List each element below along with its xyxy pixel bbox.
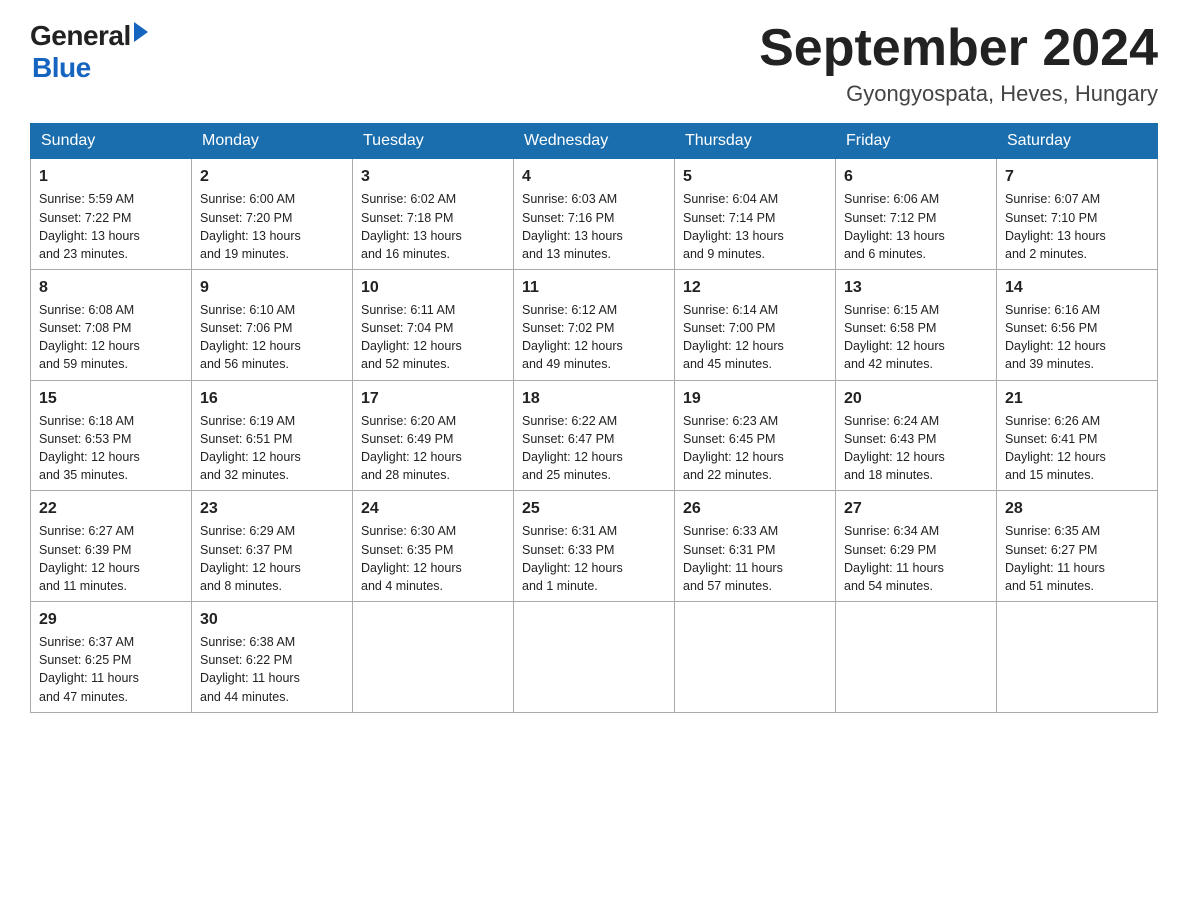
day-number: 18 — [522, 387, 666, 410]
calendar-cell: 16Sunrise: 6:19 AMSunset: 6:51 PMDayligh… — [192, 380, 353, 491]
calendar-cell: 9Sunrise: 6:10 AMSunset: 7:06 PMDaylight… — [192, 269, 353, 380]
calendar-cell: 24Sunrise: 6:30 AMSunset: 6:35 PMDayligh… — [353, 491, 514, 602]
month-title: September 2024 — [759, 20, 1158, 77]
day-number: 8 — [39, 276, 183, 299]
calendar-cell: 7Sunrise: 6:07 AMSunset: 7:10 PMDaylight… — [997, 159, 1158, 270]
calendar-cell — [353, 601, 514, 712]
logo-general-text: General — [30, 20, 131, 52]
calendar-cell: 15Sunrise: 6:18 AMSunset: 6:53 PMDayligh… — [31, 380, 192, 491]
calendar-week-5: 29Sunrise: 6:37 AMSunset: 6:25 PMDayligh… — [31, 601, 1158, 712]
day-number: 11 — [522, 276, 666, 299]
calendar-header-row: SundayMondayTuesdayWednesdayThursdayFrid… — [31, 124, 1158, 159]
day-number: 27 — [844, 497, 988, 520]
calendar-table: SundayMondayTuesdayWednesdayThursdayFrid… — [30, 123, 1158, 712]
header-cell-tuesday: Tuesday — [353, 124, 514, 159]
calendar-cell: 25Sunrise: 6:31 AMSunset: 6:33 PMDayligh… — [514, 491, 675, 602]
calendar-cell: 28Sunrise: 6:35 AMSunset: 6:27 PMDayligh… — [997, 491, 1158, 602]
header-cell-saturday: Saturday — [997, 124, 1158, 159]
calendar-cell: 12Sunrise: 6:14 AMSunset: 7:00 PMDayligh… — [675, 269, 836, 380]
calendar-cell: 3Sunrise: 6:02 AMSunset: 7:18 PMDaylight… — [353, 159, 514, 270]
calendar-cell: 14Sunrise: 6:16 AMSunset: 6:56 PMDayligh… — [997, 269, 1158, 380]
header-cell-thursday: Thursday — [675, 124, 836, 159]
day-number: 7 — [1005, 165, 1149, 188]
calendar-cell: 2Sunrise: 6:00 AMSunset: 7:20 PMDaylight… — [192, 159, 353, 270]
calendar-cell: 27Sunrise: 6:34 AMSunset: 6:29 PMDayligh… — [836, 491, 997, 602]
header-cell-wednesday: Wednesday — [514, 124, 675, 159]
day-number: 29 — [39, 608, 183, 631]
day-number: 16 — [200, 387, 344, 410]
calendar-cell — [675, 601, 836, 712]
header: General Blue September 2024 Gyongyospata… — [30, 20, 1158, 107]
day-number: 6 — [844, 165, 988, 188]
header-cell-sunday: Sunday — [31, 124, 192, 159]
calendar-week-4: 22Sunrise: 6:27 AMSunset: 6:39 PMDayligh… — [31, 491, 1158, 602]
calendar-week-3: 15Sunrise: 6:18 AMSunset: 6:53 PMDayligh… — [31, 380, 1158, 491]
logo-arrow-icon — [134, 22, 148, 42]
day-number: 2 — [200, 165, 344, 188]
calendar-cell: 23Sunrise: 6:29 AMSunset: 6:37 PMDayligh… — [192, 491, 353, 602]
calendar-week-1: 1Sunrise: 5:59 AMSunset: 7:22 PMDaylight… — [31, 159, 1158, 270]
calendar-week-2: 8Sunrise: 6:08 AMSunset: 7:08 PMDaylight… — [31, 269, 1158, 380]
title-area: September 2024 Gyongyospata, Heves, Hung… — [759, 20, 1158, 107]
calendar-cell: 22Sunrise: 6:27 AMSunset: 6:39 PMDayligh… — [31, 491, 192, 602]
calendar-cell: 4Sunrise: 6:03 AMSunset: 7:16 PMDaylight… — [514, 159, 675, 270]
header-cell-monday: Monday — [192, 124, 353, 159]
day-number: 25 — [522, 497, 666, 520]
day-number: 30 — [200, 608, 344, 631]
day-number: 15 — [39, 387, 183, 410]
day-number: 4 — [522, 165, 666, 188]
day-number: 10 — [361, 276, 505, 299]
calendar-cell: 18Sunrise: 6:22 AMSunset: 6:47 PMDayligh… — [514, 380, 675, 491]
logo-blue-text: Blue — [32, 52, 148, 84]
day-number: 3 — [361, 165, 505, 188]
calendar-cell — [514, 601, 675, 712]
calendar-cell: 30Sunrise: 6:38 AMSunset: 6:22 PMDayligh… — [192, 601, 353, 712]
calendar-cell: 17Sunrise: 6:20 AMSunset: 6:49 PMDayligh… — [353, 380, 514, 491]
location-title: Gyongyospata, Heves, Hungary — [759, 81, 1158, 107]
day-number: 21 — [1005, 387, 1149, 410]
day-number: 12 — [683, 276, 827, 299]
calendar-cell: 21Sunrise: 6:26 AMSunset: 6:41 PMDayligh… — [997, 380, 1158, 491]
calendar-cell: 8Sunrise: 6:08 AMSunset: 7:08 PMDaylight… — [31, 269, 192, 380]
day-number: 13 — [844, 276, 988, 299]
day-number: 17 — [361, 387, 505, 410]
calendar-cell: 1Sunrise: 5:59 AMSunset: 7:22 PMDaylight… — [31, 159, 192, 270]
calendar-cell — [836, 601, 997, 712]
day-number: 5 — [683, 165, 827, 188]
day-number: 23 — [200, 497, 344, 520]
calendar-cell: 13Sunrise: 6:15 AMSunset: 6:58 PMDayligh… — [836, 269, 997, 380]
logo: General Blue — [30, 20, 148, 84]
calendar-cell: 5Sunrise: 6:04 AMSunset: 7:14 PMDaylight… — [675, 159, 836, 270]
day-number: 1 — [39, 165, 183, 188]
day-number: 19 — [683, 387, 827, 410]
calendar-cell: 11Sunrise: 6:12 AMSunset: 7:02 PMDayligh… — [514, 269, 675, 380]
calendar-cell: 20Sunrise: 6:24 AMSunset: 6:43 PMDayligh… — [836, 380, 997, 491]
day-number: 20 — [844, 387, 988, 410]
day-number: 9 — [200, 276, 344, 299]
day-number: 22 — [39, 497, 183, 520]
calendar-body: 1Sunrise: 5:59 AMSunset: 7:22 PMDaylight… — [31, 159, 1158, 712]
calendar-cell: 6Sunrise: 6:06 AMSunset: 7:12 PMDaylight… — [836, 159, 997, 270]
day-number: 26 — [683, 497, 827, 520]
header-cell-friday: Friday — [836, 124, 997, 159]
day-number: 24 — [361, 497, 505, 520]
calendar-cell: 26Sunrise: 6:33 AMSunset: 6:31 PMDayligh… — [675, 491, 836, 602]
calendar-cell: 29Sunrise: 6:37 AMSunset: 6:25 PMDayligh… — [31, 601, 192, 712]
day-number: 14 — [1005, 276, 1149, 299]
calendar-cell — [997, 601, 1158, 712]
calendar-cell: 10Sunrise: 6:11 AMSunset: 7:04 PMDayligh… — [353, 269, 514, 380]
day-number: 28 — [1005, 497, 1149, 520]
calendar-cell: 19Sunrise: 6:23 AMSunset: 6:45 PMDayligh… — [675, 380, 836, 491]
